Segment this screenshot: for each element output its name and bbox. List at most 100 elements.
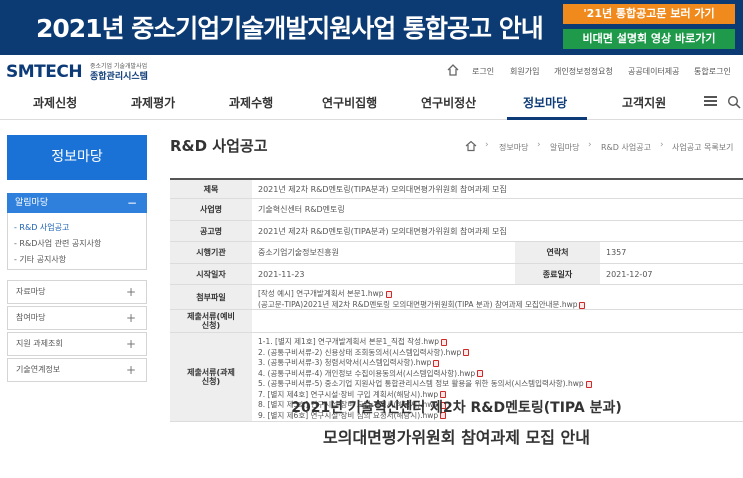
- attachment-filename[interactable]: (공고문-TIPA)2021년 제2차 R&D멘토링 모의대면평가위원회(TIP…: [258, 300, 577, 309]
- table-row: 제출서류(예비신청): [170, 310, 743, 333]
- notice-name-value: 2021년 제2차 R&D멘토링(TIPA분과) 모의대면평가위원회 참여과제 …: [258, 226, 507, 236]
- submit-filename[interactable]: 5. (공통구비서류-5) 중소기업 지원사업 통합관리시스템 정보 활용을 위…: [258, 379, 584, 388]
- submit-filename[interactable]: 4. (공통구비서류-4) 개인정보 수집이용동의서(시스템입력사항).hwp: [258, 369, 475, 378]
- nav-evaluate[interactable]: 과제평가: [131, 94, 175, 111]
- collapse-icon[interactable]: −: [127, 193, 137, 213]
- sidebar-group-notice[interactable]: 알림마당 −: [7, 193, 147, 213]
- submit-filename[interactable]: 1-1. [별지 제1호] 연구개발계획서 본문1_직접 작성.hwp: [258, 337, 439, 346]
- submit-file-link[interactable]: 4. (공통구비서류-4) 개인정보 수집이용동의서(시스템입력사항).hwp: [258, 368, 484, 379]
- page-title: R&D 사업공고: [170, 137, 268, 155]
- expand-icon[interactable]: +: [126, 359, 136, 381]
- nav-active-indicator: [507, 117, 587, 120]
- breadcrumb-notice[interactable]: 알림마당: [550, 142, 579, 153]
- sidebar-item-project-search[interactable]: 지원 과제조회 +: [7, 332, 147, 356]
- contact-value: 1357: [606, 248, 627, 257]
- file-icon[interactable]: [433, 359, 440, 367]
- file-icon[interactable]: [385, 290, 392, 298]
- nav-apply[interactable]: 과제신청: [33, 94, 77, 111]
- sidebar-item-participation[interactable]: 참여마당 +: [7, 306, 147, 330]
- project-label: 사업명: [170, 199, 252, 220]
- chevron-right-icon: ›: [537, 140, 541, 150]
- main-nav: 과제신청 과제평가 과제수행 연구비집행 연구비정산 정보마당 고객지원: [0, 88, 743, 120]
- agency-value: 중소기업기술정보진흥원: [258, 248, 339, 257]
- util-privacy[interactable]: 개인정보정정요청: [554, 66, 613, 77]
- home-icon[interactable]: [446, 63, 460, 77]
- nav-settlement[interactable]: 연구비정산: [421, 94, 476, 111]
- sidebar-group-label: 알림마당: [15, 198, 49, 208]
- content-heading-line2: 모의대면평가위원회 참여과제 모집 안내: [323, 428, 590, 447]
- sidebar-item-rnd-notice[interactable]: - R&D 사업공고: [14, 222, 69, 233]
- end-date-value: 2021-12-07: [606, 269, 653, 279]
- sidebar-item-label: 참여마당: [16, 313, 46, 322]
- end-date-label: 종료일자: [515, 264, 600, 284]
- contact-label: 연락처: [515, 242, 600, 263]
- logo-system-name: 종합관리시스템: [90, 72, 148, 82]
- chevron-right-icon: ›: [588, 140, 592, 150]
- sidebar-item-label: 자료마당: [16, 287, 46, 296]
- project-value: 기술혁신센터 R&D멘토링: [258, 205, 345, 214]
- table-row: 시행기관 중소기업기술정보진흥원 연락처 1357: [170, 242, 743, 264]
- file-icon[interactable]: [579, 301, 586, 309]
- expand-icon[interactable]: +: [126, 333, 136, 355]
- notice-link-button[interactable]: '21년 통합공고문 보러 가기: [563, 4, 735, 24]
- search-icon[interactable]: [727, 95, 741, 109]
- start-date-value: 2021-11-23: [258, 269, 305, 279]
- nav-expense[interactable]: 연구비집행: [322, 94, 377, 111]
- breadcrumb-list[interactable]: 사업공고 목록보기: [672, 142, 733, 153]
- breadcrumb-info[interactable]: 정보마당: [499, 142, 528, 153]
- agency-label: 시행기관: [170, 242, 252, 263]
- submit-file-link[interactable]: 3. (공통구비서류-3) 청렴서약서(시스템입력사항).hwp: [258, 357, 440, 368]
- nav-info[interactable]: 정보마당: [523, 94, 567, 111]
- util-login[interactable]: 로그인: [472, 66, 494, 77]
- submit-file-link[interactable]: 5. (공통구비서류-5) 중소기업 지원사업 통합관리시스템 정보 활용을 위…: [258, 378, 592, 389]
- expand-icon[interactable]: +: [126, 307, 136, 329]
- table-row: 공고명 2021년 제2차 R&D멘토링(TIPA분과) 모의대면평가위원회 참…: [170, 221, 743, 242]
- sidebar-title: 정보마당: [7, 135, 147, 180]
- table-row: 사업명 기술혁신센터 R&D멘토링: [170, 199, 743, 221]
- chevron-right-icon: ›: [660, 140, 664, 150]
- attachments-label: 첨부파일: [170, 285, 252, 309]
- sidebar-item-rnd-announcements[interactable]: - R&D사업 관련 공지사항: [14, 238, 101, 249]
- video-link-button[interactable]: 비대면 설명회 영상 바로가기: [563, 29, 735, 49]
- table-row: 시작일자 2021-11-23 종료일자 2021-12-07: [170, 264, 743, 285]
- nav-perform[interactable]: 과제수행: [229, 94, 273, 111]
- util-integrated-login[interactable]: 통합로그인: [694, 66, 731, 77]
- sidebar-item-resources[interactable]: 자료마당 +: [7, 280, 147, 304]
- file-icon[interactable]: [477, 370, 484, 377]
- banner-title: 2021년 중소기업기술개발지원사업 통합공고 안내: [36, 14, 544, 43]
- submit-filename[interactable]: 2. (공통구비서류-2) 신용상태 조회동의서(시스템입력사항).hwp: [258, 348, 461, 357]
- site-header: SMTECH 중소기업 기술개발사업 종합관리시스템 로그인 회원가입 개인정보…: [0, 55, 743, 88]
- submit-file-link[interactable]: 1-1. [별지 제1호] 연구개발계획서 본문1_직접 작성.hwp: [258, 336, 448, 347]
- sidebar-item-label: 지원 과제조회: [16, 339, 63, 348]
- file-icon[interactable]: [585, 380, 592, 388]
- content-heading-line1: 2021년 기술혁신센터 제2차 R&D멘토링(TIPA 분과): [291, 400, 622, 416]
- breadcrumb-home-icon[interactable]: [465, 140, 477, 152]
- attachment-link[interactable]: [작성 예시] 연구개발계획서 본문1.hwp: [258, 288, 392, 299]
- expand-icon[interactable]: +: [126, 281, 136, 303]
- file-icon[interactable]: [441, 338, 448, 346]
- start-date-label: 시작일자: [170, 264, 252, 284]
- menu-icon[interactable]: [704, 96, 717, 106]
- logo[interactable]: SMTECH: [6, 62, 83, 82]
- table-row: 제목 2021년 제2차 R&D멘토링(TIPA분과) 모의대면평가위원회 참여…: [170, 180, 743, 199]
- sidebar-item-tech-link[interactable]: 기술연계정보 +: [7, 358, 147, 382]
- nav-support[interactable]: 고객지원: [622, 94, 666, 111]
- submit-filename[interactable]: 3. (공통구비서류-3) 청렴서약서(시스템입력사항).hwp: [258, 358, 431, 367]
- pre-submit-docs-label: 제출서류(예비신청): [170, 310, 252, 332]
- title-value: 2021년 제2차 R&D멘토링(TIPA분과) 모의대면평가위원회 참여과제 …: [258, 184, 507, 194]
- notice-name-label: 공고명: [170, 221, 252, 241]
- table-row: 첨부파일 [작성 예시] 연구개발계획서 본문1.hwp (공고문-TIPA)2…: [170, 285, 743, 310]
- file-icon[interactable]: [463, 349, 470, 356]
- util-signup[interactable]: 회원가입: [510, 66, 539, 77]
- attachment-filename[interactable]: [작성 예시] 연구개발계획서 본문1.hwp: [258, 289, 384, 298]
- sidebar-item-label: 기술연계정보: [16, 365, 61, 374]
- top-banner: 2021년 중소기업기술개발지원사업 통합공고 안내 '21년 통합공고문 보러…: [0, 0, 743, 55]
- util-public-data[interactable]: 공공데이터제공: [628, 66, 680, 77]
- submit-file-link[interactable]: 2. (공통구비서류-2) 신용상태 조회동의서(시스템입력사항).hwp: [258, 347, 470, 358]
- chevron-right-icon: ›: [485, 140, 489, 150]
- attachment-link[interactable]: (공고문-TIPA)2021년 제2차 R&D멘토링 모의대면평가위원회(TIP…: [258, 299, 586, 310]
- sidebar-item-other-notices[interactable]: - 기타 공지사항: [14, 254, 66, 265]
- sidebar-submenu: - R&D 사업공고 - R&D사업 관련 공지사항 - 기타 공지사항: [7, 213, 147, 270]
- breadcrumb-rnd[interactable]: R&D 사업공고: [601, 142, 651, 153]
- title-label: 제목: [170, 180, 252, 198]
